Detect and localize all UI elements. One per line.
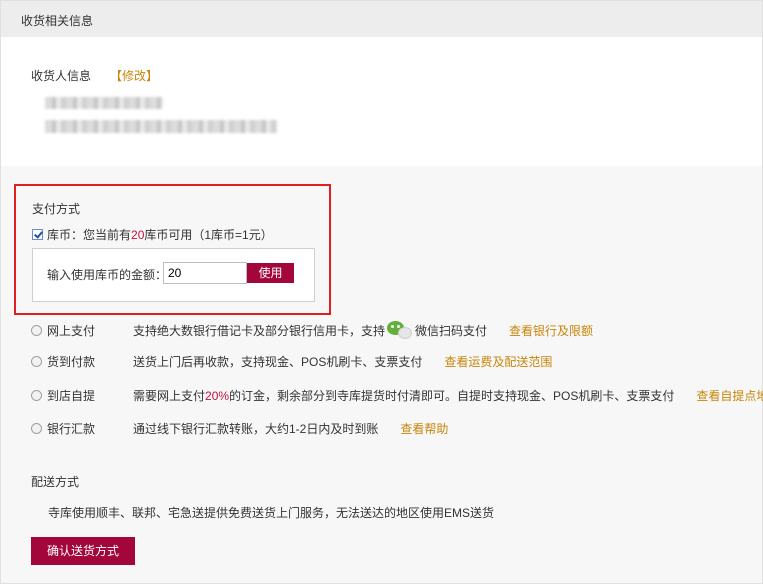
payment-option-cod[interactable]: 货到付款 送货上门后再收款，支持现金、POS机刷卡、支票支付 查看运费及配送范围 xyxy=(31,353,552,370)
option-desc: 通过线下银行汇款转账，大约1-2日内及时到账 xyxy=(133,422,379,436)
shipping-desc: 寺库使用顺丰、联邦、宅急送提供免费送货上门服务，无法送达的地区使用EMS送货 xyxy=(48,506,495,520)
payment-method-highlight: 支付方式 库币：您当前有20库币可用（1库币=1元） 输入使用库币的金额： 使用 xyxy=(14,184,331,315)
option-name: 银行汇款 xyxy=(47,422,96,436)
confirm-shipping-button[interactable]: 确认送货方式 xyxy=(31,537,135,565)
coin-amount-box: 输入使用库币的金额： 使用 xyxy=(32,248,315,302)
radio-pickup[interactable] xyxy=(31,390,42,401)
view-help-link[interactable]: 查看帮助 xyxy=(400,420,448,437)
option-name: 货到付款 xyxy=(47,355,96,369)
section-title: 收货相关信息 xyxy=(21,14,94,28)
radio-cod[interactable] xyxy=(31,356,42,367)
view-shipping-range-link[interactable]: 查看运费及配送范围 xyxy=(444,353,552,370)
coin-input-label: 输入使用库币的金额： xyxy=(47,268,168,282)
receiver-info-panel: 收货人信息 【修改】 xyxy=(1,37,762,166)
view-bank-limit-link[interactable]: 查看银行及限额 xyxy=(509,322,593,339)
payment-option-pickup[interactable]: 到店自提 需要网上支付20%的订金，剩余部分到寺库提货时付清即可。自提时支持现金… xyxy=(31,387,763,404)
coin-text: 库币：您当前有20库币可用（1库币=1元） xyxy=(47,228,273,242)
coin-amount: 20 xyxy=(131,228,145,242)
option-name: 网上支付 xyxy=(47,323,96,338)
wechat-icon xyxy=(387,320,413,340)
shipping-title: 配送方式 xyxy=(31,475,80,489)
receiver-address-redacted xyxy=(45,120,277,133)
payment-option-online[interactable]: 网上支付 支持绝大数银行借记卡及部分银行信用卡，支持 微信扫码支付 查看银行及限… xyxy=(31,320,593,340)
shipping-info-panel: 收货相关信息 收货人信息 【修改】 支付方式 库币：您当前有20库币可用（1库币… xyxy=(0,0,763,584)
coin-amount-input[interactable] xyxy=(163,262,247,284)
radio-online[interactable] xyxy=(31,324,42,336)
radio-bank-transfer[interactable] xyxy=(31,423,42,434)
receiver-title: 收货人信息 xyxy=(31,69,92,83)
payment-title: 支付方式 xyxy=(32,202,81,216)
option-name: 到店自提 xyxy=(47,389,96,403)
option-desc: 需要网上支付20%的订金，剩余部分到寺库提货时付清即可。自提时支持现金、POS机… xyxy=(133,389,675,403)
modify-receiver-link[interactable]: 【修改】 xyxy=(110,67,158,84)
view-pickup-address-link[interactable]: 查看自提点地址 xyxy=(696,387,763,404)
coin-option-row[interactable]: 库币：您当前有20库币可用（1库币=1元） xyxy=(32,226,273,243)
deposit-percent: 20% xyxy=(205,389,230,403)
section-header: 收货相关信息 xyxy=(1,1,762,37)
coin-checkbox[interactable] xyxy=(32,229,43,240)
payment-option-bank-transfer[interactable]: 银行汇款 通过线下银行汇款转账，大约1-2日内及时到账 查看帮助 xyxy=(31,420,448,437)
use-coin-button[interactable]: 使用 xyxy=(247,263,294,283)
option-desc: 支持绝大数银行借记卡及部分银行信用卡，支持 xyxy=(133,323,386,338)
receiver-name-redacted xyxy=(45,97,163,109)
option-desc: 送货上门后再收款，支持现金、POS机刷卡、支票支付 xyxy=(133,355,423,369)
option-desc-wechat: 微信扫码支付 xyxy=(415,323,488,338)
